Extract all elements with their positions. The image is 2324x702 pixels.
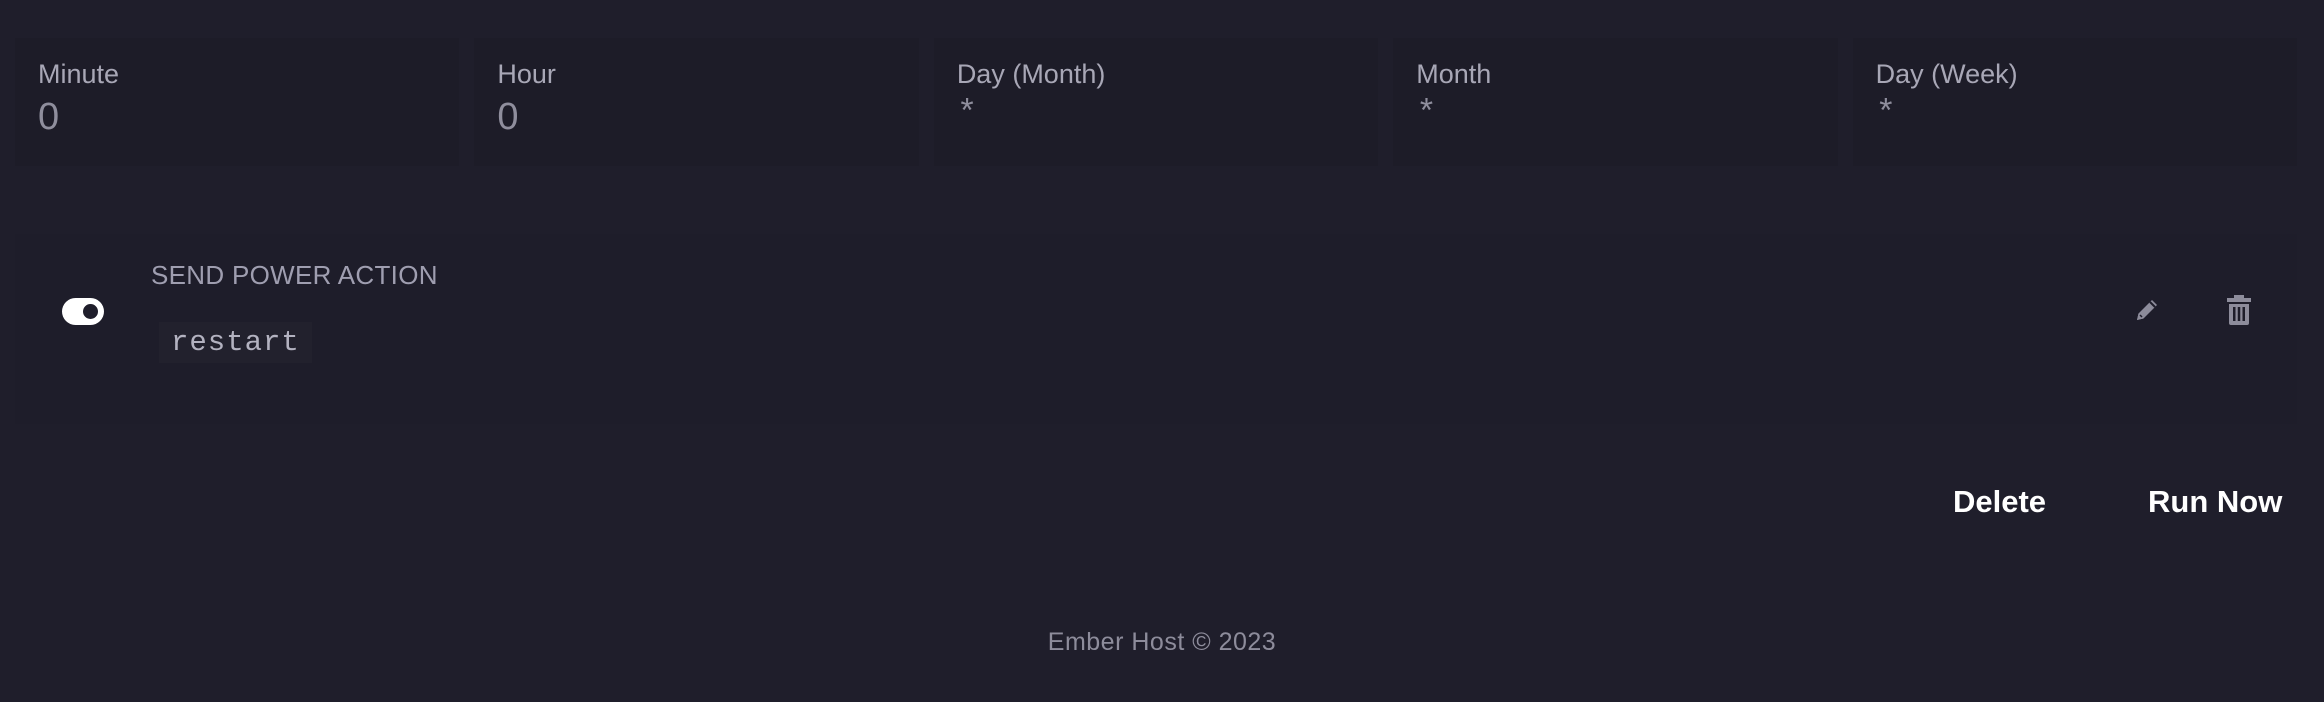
run-now-button[interactable]: Run Now	[2148, 484, 2282, 520]
task-payload: restart	[159, 322, 312, 363]
footer-copyright: Ember Host © 2023	[0, 628, 2324, 657]
edit-task-button[interactable]	[2127, 290, 2167, 330]
cron-day-of-month-value: *	[957, 92, 1355, 138]
cron-month-value: *	[1416, 92, 1814, 138]
cron-hour: Hour 0	[474, 38, 918, 166]
schedule-page: Minute 0 Hour 0 Day (Month) * Month * Da…	[0, 0, 2324, 702]
toggle-knob	[83, 304, 98, 319]
cron-minute-label: Minute	[38, 58, 436, 90]
pencil-icon	[2131, 294, 2163, 326]
trash-icon	[2223, 293, 2255, 327]
cron-hour-value: 0	[497, 94, 895, 140]
cron-month-label: Month	[1416, 58, 1814, 90]
delete-task-button[interactable]	[2219, 290, 2259, 330]
cron-day-of-week: Day (Week) *	[1853, 38, 2297, 166]
cron-day-of-week-value: *	[1876, 92, 2274, 138]
task-enabled-toggle[interactable]	[62, 298, 104, 325]
cron-day-of-week-label: Day (Week)	[1876, 58, 2274, 90]
task-title: SEND POWER ACTION	[151, 260, 438, 291]
task-row: SEND POWER ACTION restart	[15, 234, 2297, 424]
cron-month: Month *	[1393, 38, 1837, 166]
cron-minute: Minute 0	[15, 38, 459, 166]
cron-hour-label: Hour	[497, 58, 895, 90]
cron-schedule: Minute 0 Hour 0 Day (Month) * Month * Da…	[15, 38, 2297, 166]
cron-day-of-month-label: Day (Month)	[957, 58, 1355, 90]
cron-day-of-month: Day (Month) *	[934, 38, 1378, 166]
delete-button[interactable]: Delete	[1953, 484, 2046, 520]
cron-minute-value: 0	[38, 94, 436, 140]
